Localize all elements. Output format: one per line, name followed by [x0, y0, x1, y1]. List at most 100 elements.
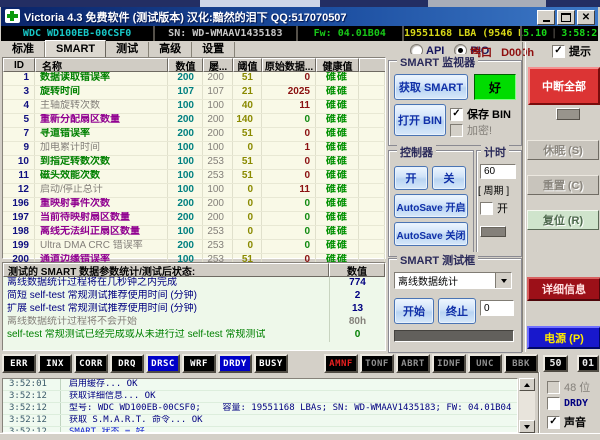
hint-checkbox-row[interactable]: 提示: [552, 43, 591, 59]
tab-2[interactable]: 测试: [106, 42, 149, 57]
cell-value: 200: [168, 198, 203, 211]
table-row[interactable]: 10到指定转数次数100253510碓碓: [3, 156, 385, 170]
hint-checkbox[interactable]: [552, 45, 565, 58]
table-row[interactable]: 4主轴旋转次数1001004011碓碓: [3, 100, 385, 114]
save-bin-checkbox-row[interactable]: 保存 BIN: [450, 106, 511, 122]
autosave-off-button[interactable]: AutoSave 关闭: [394, 222, 468, 246]
log-row: 3:52:12型号: WDC WD100EB-00CSF0; 容量: 19551…: [3, 403, 517, 415]
cell-raw: 0: [262, 198, 316, 211]
close-icon[interactable]: ✕: [577, 10, 595, 25]
stats-value: 774: [329, 277, 385, 290]
table-row[interactable]: 196重映射事件次数20020000碓碓: [3, 198, 385, 212]
cell-threshold: 51: [233, 170, 262, 183]
test-count-input[interactable]: [480, 300, 514, 316]
stats-label: 离线数据统计过程将在几秒钟之内完成: [3, 277, 329, 290]
log-time: 3:52:12: [3, 391, 61, 402]
sound-checkbox-row[interactable]: 声音: [547, 414, 586, 430]
tab-4[interactable]: 设置: [192, 42, 235, 57]
cell-worst: 100: [203, 100, 233, 113]
cell-name: 重映射事件次数: [35, 198, 168, 211]
cell-health: 碓碓: [316, 240, 359, 253]
reset-button[interactable]: 复位 (R): [527, 210, 599, 230]
encrypt-checkbox-row[interactable]: 加密!: [450, 122, 492, 138]
table-row[interactable]: 198离线无法纠正扇区数量10025300碓碓: [3, 226, 385, 240]
victoria-window: { "titlebar": { "title": "Victoria 4.3 免…: [0, 0, 600, 439]
cell-name: 磁头效能次数: [35, 170, 168, 183]
bits48-checkbox-row[interactable]: 48 位: [547, 379, 590, 395]
table-row[interactable]: 1数据读取错误率200200510碓碓: [3, 72, 385, 86]
cell-filler: [359, 86, 385, 99]
status-flag-corr: CORR: [74, 354, 108, 373]
cell-health: 碓碓: [316, 156, 359, 169]
version-and-clock: 15.10 | 3:58:27: [522, 26, 598, 41]
table-row[interactable]: 199Ultra DMA CRC 错误率20025300碓碓: [3, 240, 385, 254]
cell-raw: 11: [262, 100, 316, 113]
monitor-off-button[interactable]: 关: [432, 166, 466, 190]
chevron-down-icon[interactable]: [495, 273, 511, 288]
status-flags-row: ERRINXCORRDRQDRSCWRFDRDYBUSYAMNFTONFABRT…: [2, 354, 538, 373]
drive-model: WDC WD100EB-00CSF0: [1, 26, 155, 41]
cell-id: 3: [3, 86, 35, 99]
cell-id: 7: [3, 128, 35, 141]
cell-name: 当前待映射扇区数量: [35, 212, 168, 225]
scroll-down-icon[interactable]: [519, 420, 535, 433]
save-bin-checkbox[interactable]: [450, 108, 463, 121]
table-row[interactable]: 197当前待映射扇区数量20020000碓碓: [3, 212, 385, 226]
test-stop-button[interactable]: 终止: [438, 298, 476, 324]
encrypt-checkbox[interactable]: [450, 124, 463, 137]
panel-divider: [522, 42, 526, 352]
log-row: 3:52:12获取 S.M.A.R.T. 命令... OK: [3, 415, 517, 427]
smart-monitor-group-title: SMART 监视器: [397, 54, 478, 70]
test-start-button[interactable]: 开始: [394, 298, 434, 324]
cell-value: 100: [168, 142, 203, 155]
cell-worst: 253: [203, 156, 233, 169]
tab-3[interactable]: 高级: [149, 42, 192, 57]
log-body: 3:52:01启用缓存... OK3:52:12获取详细信息... OK3:52…: [3, 379, 517, 433]
timer-on-checkbox-row[interactable]: 开: [480, 200, 508, 216]
timer-input[interactable]: [480, 164, 516, 179]
details-button[interactable]: 详细信息: [527, 277, 600, 301]
table-row[interactable]: 11磁头效能次数100253510碓碓: [3, 170, 385, 184]
table-row[interactable]: 9加电累计时间10010001碓碓: [3, 142, 385, 156]
cell-health: 碓碓: [316, 128, 359, 141]
status-flag-unc: UNC: [468, 354, 502, 373]
test-type-dropdown[interactable]: 离线数据统计: [394, 272, 512, 289]
test-progress-bar: [394, 330, 514, 342]
smart-col-header: 阈值: [233, 58, 262, 72]
log-time: 3:52:01: [3, 379, 61, 390]
cell-raw: 0: [262, 128, 316, 141]
scroll-up-icon[interactable]: [519, 378, 535, 391]
cell-filler: [359, 170, 385, 183]
sleep-button[interactable]: 休眠 (S): [527, 140, 599, 160]
monitor-on-button[interactable]: 开: [394, 166, 428, 190]
minimize-icon[interactable]: [537, 10, 555, 25]
bits48-label: 48 位: [564, 379, 590, 395]
drive-serial: SN: WD-WMAAV1435183: [155, 26, 297, 41]
power-button[interactable]: 电源 (P): [527, 326, 600, 349]
autosave-on-button[interactable]: AutoSave 开启: [394, 194, 468, 218]
table-row[interactable]: 12启动/停止总计100100011碓碓: [3, 184, 385, 198]
app-version: 15.10: [522, 26, 547, 41]
table-row[interactable]: 5重新分配扇区数量2002001400碓碓: [3, 114, 385, 128]
get-smart-button[interactable]: 获取 SMART: [394, 74, 468, 100]
tab-1[interactable]: SMART: [45, 40, 106, 58]
sound-checkbox[interactable]: [547, 416, 560, 429]
maximize-icon[interactable]: [557, 10, 575, 25]
interrupt-all-button[interactable]: 中断全部: [528, 67, 600, 105]
drive-firmware: Fw: 04.01B04: [298, 26, 404, 41]
log-message: 获取详细信息... OK: [61, 391, 517, 402]
timer-on-checkbox[interactable]: [480, 202, 493, 215]
table-row[interactable]: 7寻道错误率200200510碓碓: [3, 128, 385, 142]
stats-row: 离线数据统计过程将不会开始80h: [3, 316, 385, 329]
recall-button[interactable]: 重置 (C): [527, 175, 599, 195]
tab-0[interactable]: 标准: [2, 42, 45, 57]
stats-label: 扩展 self-test 常规测试推荐使用时间 (分钟): [3, 303, 329, 316]
open-bin-button[interactable]: 打开 BIN: [394, 104, 446, 136]
log-scrollbar[interactable]: [519, 378, 535, 433]
cell-name: 数据读取错误率: [35, 72, 168, 85]
drdy-checkbox-row[interactable]: DRDY: [547, 397, 588, 410]
drdy-checkbox[interactable]: [547, 397, 560, 410]
table-row[interactable]: 3旋转时间107107212025碓碓: [3, 86, 385, 100]
bits48-checkbox[interactable]: [547, 381, 560, 394]
cell-health: 碓碓: [316, 100, 359, 113]
